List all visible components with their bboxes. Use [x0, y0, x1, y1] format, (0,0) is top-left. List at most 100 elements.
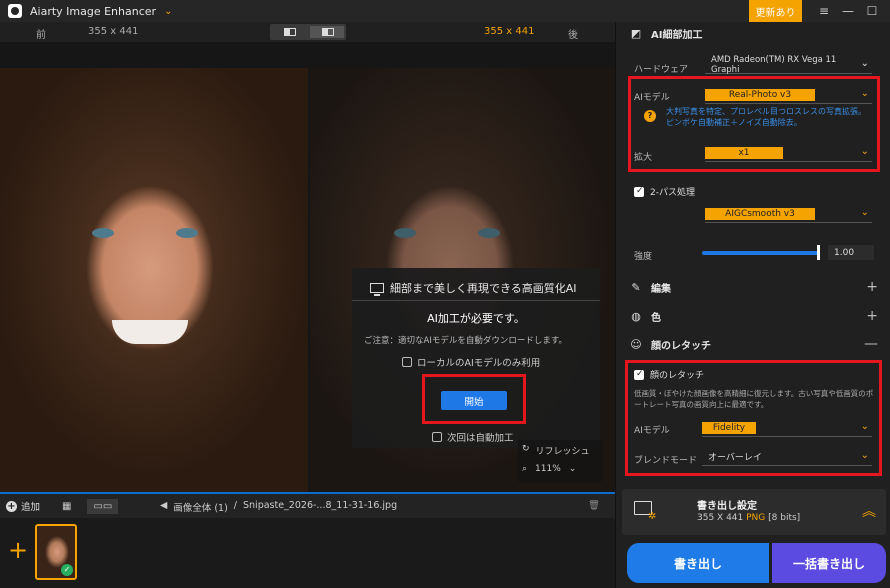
split-view-button[interactable]: [272, 26, 306, 38]
compare-header: 前 355 x 441 355 x 441 後: [0, 22, 615, 42]
zoom-select[interactable]: ⌕ 111% ⌄: [522, 464, 576, 474]
checkbox-icon[interactable]: [634, 369, 644, 380]
checkbox-icon[interactable]: [402, 357, 412, 367]
chevron-down-icon[interactable]: ⌄: [164, 6, 172, 17]
palette-icon: ◍: [631, 309, 641, 323]
edit-icon: ✎: [631, 280, 641, 294]
gear-icon: ✲: [648, 511, 657, 522]
face-model-select[interactable]: Fidelity ⌄: [702, 419, 872, 437]
checkbox-icon[interactable]: [432, 432, 442, 442]
eye-left: [92, 228, 114, 238]
menu-icon[interactable]: ≡: [812, 0, 836, 22]
expand-icon[interactable]: +: [866, 308, 878, 324]
refresh-icon: ↻: [522, 444, 530, 454]
collapse-icon[interactable]: —: [864, 336, 878, 352]
app-window: Aiarty Image Enhancer ⌄ 更新あり ≡ — ☐ 前 355…: [0, 0, 890, 588]
strength-value[interactable]: 1.00: [828, 245, 874, 260]
monitor-icon: [370, 283, 384, 296]
scale-value: x1: [705, 146, 783, 159]
edit-section-header[interactable]: ✎ 編集 +: [615, 276, 890, 298]
dialog-title-text: 細部まで美しく再現できる高画質化AI: [390, 282, 577, 295]
export-format: PNG: [746, 513, 766, 523]
export-size: 355 X 441: [697, 513, 744, 523]
export-button[interactable]: 書き出し: [627, 543, 769, 583]
chevron-down-icon: ⌄: [568, 464, 577, 474]
strength-slider[interactable]: [702, 251, 820, 255]
chevron-down-icon: ⌄: [860, 450, 869, 461]
help-icon[interactable]: ?: [644, 110, 656, 122]
thumbnail-strip: + ✓: [0, 518, 615, 588]
strength-slider-handle[interactable]: [817, 245, 820, 260]
face-model-label: AIモデル: [634, 426, 670, 436]
export-settings-title: 書き出し設定: [697, 501, 757, 512]
breadcrumb-filename: Snipaste_2026-...8_11-31-16.jpg: [243, 500, 398, 511]
after-size: 355 x 441: [484, 26, 535, 37]
zoom-level: 111%: [535, 464, 561, 474]
face-retouch-description: 低画質・ぼやけた顔画像を高精細に復元します。古い写真や低画質のポートレート写真の…: [634, 389, 874, 409]
original-image: [0, 68, 308, 492]
strength-label: 強度: [634, 252, 653, 262]
image-thumbnail[interactable]: ✓: [35, 524, 77, 580]
breadcrumb-separator: /: [233, 500, 237, 511]
zoom-controls: ↻ リフレッシュ ⌕ 111% ⌄: [518, 440, 602, 482]
two-pass-checkbox[interactable]: 2-パス処理: [634, 185, 695, 198]
before-size: 355 x 441: [88, 26, 139, 37]
hardware-value: AMD Radeon(TM) RX Vega 11 Graphi: [711, 54, 837, 75]
maximize-icon[interactable]: ☐: [860, 0, 884, 22]
scale-select[interactable]: x1 ⌄: [705, 144, 872, 162]
chevron-down-icon: ⌄: [860, 88, 869, 99]
face-retouch-label: 顔のレタッチ: [650, 371, 705, 381]
section-title: AI細部加工: [651, 29, 703, 41]
title-bar: Aiarty Image Enhancer ⌄ 更新あり ≡ — ☐: [0, 0, 890, 22]
hardware-label: ハードウェア: [634, 65, 689, 75]
section-title: 顔のレタッチ: [651, 340, 711, 352]
eye-left: [394, 228, 416, 238]
batch-export-button[interactable]: 一括書き出し: [772, 543, 886, 583]
checkbox-icon[interactable]: [634, 186, 644, 197]
enhance-icon: ◩: [630, 26, 642, 40]
expand-icon[interactable]: +: [866, 279, 878, 295]
dialog-note: ご注意：適切なAIモデルを自動ダウンロードします。: [364, 336, 567, 346]
ai-detail-section-header[interactable]: ◩ AI細部加工: [615, 22, 890, 44]
two-pass-model-select[interactable]: AIGCsmooth v3 ⌄: [705, 205, 872, 223]
add-label: 追加: [21, 502, 41, 513]
update-badge[interactable]: 更新あり: [749, 0, 802, 22]
trash-icon[interactable]: 🗑: [588, 500, 600, 511]
ai-model-select[interactable]: Real-Photo v3 ⌄: [705, 86, 872, 104]
face-section-header[interactable]: ☺ 顔のレタッチ —: [615, 333, 890, 355]
after-label: 後: [568, 30, 578, 41]
chevron-down-icon: ⌄: [860, 58, 869, 69]
chevron-down-icon: ⌄: [860, 146, 869, 157]
zoom-icon: ⌕: [522, 464, 528, 474]
add-image-icon[interactable]: +: [8, 538, 28, 562]
chevron-up-icon[interactable]: ︽: [862, 501, 876, 521]
face-retouch-checkbox[interactable]: 顔のレタッチ: [634, 368, 704, 381]
ai-model-value: Real-Photo v3: [705, 88, 815, 101]
app-title: Aiarty Image Enhancer: [30, 4, 157, 18]
filmstrip-view-icon[interactable]: ▭▭: [87, 498, 119, 514]
auto-process-checkbox[interactable]: 次回は自動加工: [432, 430, 514, 444]
export-settings[interactable]: ✲ 書き出し設定 355 X 441 PNG [8 bits] ︽: [622, 489, 886, 535]
before-label: 前: [36, 30, 46, 41]
view-mode-toggle[interactable]: [270, 24, 346, 40]
refresh-button[interactable]: ↻ リフレッシュ: [522, 444, 590, 457]
eye-right: [176, 228, 198, 238]
side-by-side-icon: [322, 28, 334, 36]
blend-mode-select[interactable]: オーバーレイ ⌄: [702, 448, 872, 466]
plus-icon: +: [6, 500, 17, 512]
local-model-only-checkbox[interactable]: ローカルのAIモデルのみ利用: [402, 355, 540, 369]
two-pass-model-value: AIGCsmooth v3: [705, 207, 815, 220]
minimize-icon[interactable]: —: [836, 0, 860, 22]
dialog-required-text: AI加工が必要です。: [427, 312, 525, 325]
add-button[interactable]: + 追加: [6, 499, 40, 513]
back-arrow-icon[interactable]: ◀: [160, 500, 167, 514]
chevron-down-icon: ⌄: [860, 421, 869, 432]
scale-label: 拡大: [634, 153, 653, 163]
grid-view-icon[interactable]: ▦: [62, 501, 71, 512]
auto-process-label: 次回は自動加工: [447, 433, 514, 444]
breadcrumb-root[interactable]: 画像全体 (1): [173, 500, 227, 514]
hardware-select[interactable]: AMD Radeon(TM) RX Vega 11 Graphi ⌄: [705, 54, 872, 75]
export-bits: [8 bits]: [768, 513, 801, 523]
side-by-side-button[interactable]: [310, 26, 344, 38]
color-section-header[interactable]: ◍ 色 +: [615, 305, 890, 327]
